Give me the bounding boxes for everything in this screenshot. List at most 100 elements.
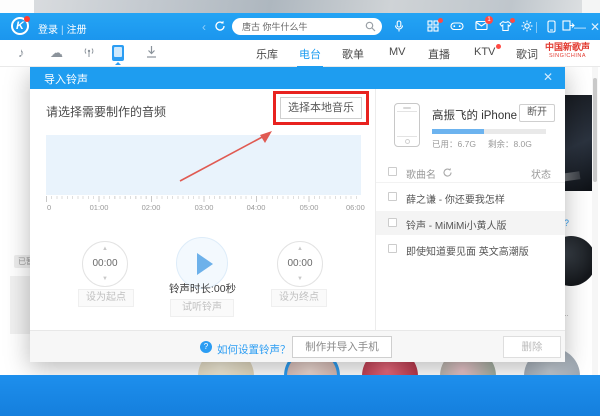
tab-ktv[interactable]: KTV — [474, 44, 502, 58]
select-all-checkbox[interactable] — [388, 167, 397, 176]
tick-6: 06:00 — [345, 203, 365, 212]
back-icon[interactable]: ‹ — [197, 20, 211, 34]
song-checkbox[interactable] — [388, 244, 397, 253]
song-row-3[interactable]: 即使知道要见面 英文高潮版 — [376, 237, 565, 261]
phone-tab-caret — [115, 62, 121, 65]
storage-free: 剩余：8.0G — [487, 139, 532, 149]
settings-gear-icon[interactable] — [520, 20, 534, 34]
game-controller-icon[interactable] — [450, 20, 464, 34]
storage-bar — [432, 129, 546, 134]
device-name: 高振飞的 iPhone — [432, 110, 518, 122]
song-row-1[interactable]: 薛之谦 - 你还要我怎样 — [376, 185, 565, 209]
login-link[interactable]: 登录 — [38, 25, 58, 36]
ringtone-editor-pane: 请选择需要制作的音频 选择本地音乐 0 01:00 02:00 03:00 04… — [30, 89, 375, 330]
brand-line1: 中国新歌声 — [545, 42, 591, 52]
iphone-icon — [394, 103, 420, 147]
page-scrollbar-thumb[interactable] — [593, 78, 597, 182]
desktop-corner — [0, 0, 34, 14]
tab-lyrics[interactable]: 歌词 — [516, 46, 538, 62]
apps-grid-icon[interactable] — [426, 18, 443, 34]
storage-used: 已用：6.7G — [432, 139, 476, 149]
titlebar-divider — [536, 22, 537, 33]
tick-0: 0 — [47, 203, 52, 212]
tab-mv[interactable]: MV — [389, 46, 406, 58]
message-badge: 1 — [485, 16, 493, 24]
disconnect-button[interactable]: 断开 — [519, 104, 555, 122]
nav-bar: ♪ ☁ 乐库 电台 歌单 MV 直播 KTV 歌词 中国新歌声 SING!CHI… — [0, 40, 600, 68]
how-to-set-ringtone-link[interactable]: 如何设置铃声？ — [217, 342, 291, 357]
song-title: 即使知道要见面 英文高潮版 — [406, 247, 529, 258]
app-window: K 登录 | 注册 ‹ 唐古 你牛什么牛 1 — ✕ ♪ ☁ 乐库 电台 歌单 … — [0, 0, 600, 416]
login-register: 登录 | 注册 — [38, 21, 87, 36]
microphone-icon[interactable] — [392, 20, 406, 34]
sing-china-logo[interactable]: 中国新歌声 SING!CHINA — [545, 42, 591, 59]
storage-text: 已用：6.7G 剩余：8.0G — [432, 138, 544, 150]
song-list-header: 歌曲名 状态 — [376, 163, 565, 183]
refresh-list-icon[interactable] — [442, 167, 453, 178]
column-song-name: 歌曲名 — [406, 170, 436, 181]
minimize-icon[interactable]: — — [573, 20, 587, 34]
cloud-icon[interactable]: ☁ — [50, 45, 63, 61]
song-checkbox[interactable] — [388, 192, 397, 201]
close-window-icon[interactable]: ✕ — [588, 20, 600, 34]
download-manager-icon[interactable] — [145, 45, 158, 63]
search-icon[interactable] — [365, 21, 376, 32]
skin-badge — [510, 18, 515, 23]
select-local-music-button[interactable]: 选择本地音乐 — [280, 97, 362, 119]
timeline-ruler: 0 01:00 02:00 03:00 04:00 05:00 06:00 — [46, 196, 365, 214]
import-ringtone-dialog: 导入铃声 ✕ 请选择需要制作的音频 选择本地音乐 0 01:00 02:00 0… — [30, 67, 565, 362]
tick-3: 03:00 — [194, 203, 214, 212]
dialog-header[interactable]: 导入铃声 ✕ — [30, 67, 565, 89]
tick-2: 02:00 — [141, 203, 161, 212]
desktop-background — [0, 0, 600, 14]
song-title: 薛之谦 - 你还要我怎样 — [406, 195, 505, 206]
refresh-icon[interactable] — [213, 20, 227, 34]
set-end-button[interactable]: 设为终点 — [271, 289, 327, 307]
stepper-up-icon[interactable]: ▲ — [278, 246, 322, 252]
dialog-footer: ? 如何设置铃声？ 制作并导入手机 删除 — [30, 330, 565, 362]
title-bar: K 登录 | 注册 ‹ 唐古 你牛什么牛 1 — ✕ — [0, 13, 600, 40]
tab-playlists[interactable]: 歌单 — [342, 46, 364, 62]
song-row-2[interactable]: 铃声 - MiMiMi小黄人版 — [376, 211, 565, 235]
end-time-value: 00:00 — [287, 258, 313, 269]
radio-antenna-icon[interactable] — [82, 45, 96, 63]
stepper-up-icon[interactable]: ▲ — [83, 246, 127, 252]
tab-radio[interactable]: 电台 — [297, 46, 323, 68]
tick-4: 04:00 — [246, 203, 266, 212]
message-icon[interactable]: 1 — [474, 16, 493, 34]
search-input[interactable]: 唐古 你牛什么牛 — [232, 18, 382, 35]
tick-5: 05:00 — [299, 203, 319, 212]
tab-music-library[interactable]: 乐库 — [256, 46, 278, 62]
preview-ringtone-button[interactable]: 试听铃声 — [170, 299, 234, 317]
kugou-logo[interactable]: K — [11, 16, 30, 35]
song-checkbox[interactable] — [388, 218, 397, 227]
song-title: 铃声 - MiMiMi小黄人版 — [406, 221, 507, 232]
select-audio-prompt: 请选择需要制作的音频 — [46, 105, 167, 119]
storage-bar-fill — [432, 129, 485, 134]
dialog-close-icon[interactable]: ✕ — [543, 70, 553, 84]
delete-button[interactable]: 删除 — [503, 336, 561, 358]
play-triangle-icon — [197, 253, 213, 275]
mini-phone-icon[interactable] — [544, 20, 558, 34]
skin-shirt-icon[interactable] — [498, 18, 515, 34]
desktop-corner — [582, 0, 600, 14]
waveform-panel[interactable] — [46, 135, 361, 195]
active-tab-underline — [297, 66, 323, 68]
ktv-badge-dot — [496, 44, 502, 49]
login-separator: | — [61, 25, 64, 36]
help-question-icon[interactable]: ? — [200, 341, 212, 353]
phone-tab-active-icon[interactable] — [112, 45, 124, 61]
register-link[interactable]: 注册 — [67, 25, 87, 36]
column-status: 状态 — [531, 170, 551, 181]
logo-notification-dot — [24, 16, 30, 22]
player-bar: 酷狗音乐 00:00/00:00 ♡ ⇄ ● 音效 词 弹 360 — [0, 375, 600, 416]
device-pane: 高振飞的 iPhone 断开 已用：6.7G 剩余：8.0G 歌曲名 状态 薛之谦… — [375, 89, 565, 330]
logo-letter: K — [16, 20, 24, 32]
brand-line2: SING!CHINA — [548, 52, 587, 59]
music-library-icon[interactable]: ♪ — [18, 45, 25, 61]
start-time-value: 00:00 — [92, 258, 118, 269]
tick-1: 01:00 — [89, 203, 109, 212]
apps-badge — [438, 18, 443, 23]
tab-live[interactable]: 直播 — [428, 46, 450, 62]
make-and-import-button[interactable]: 制作并导入手机 — [292, 336, 392, 358]
